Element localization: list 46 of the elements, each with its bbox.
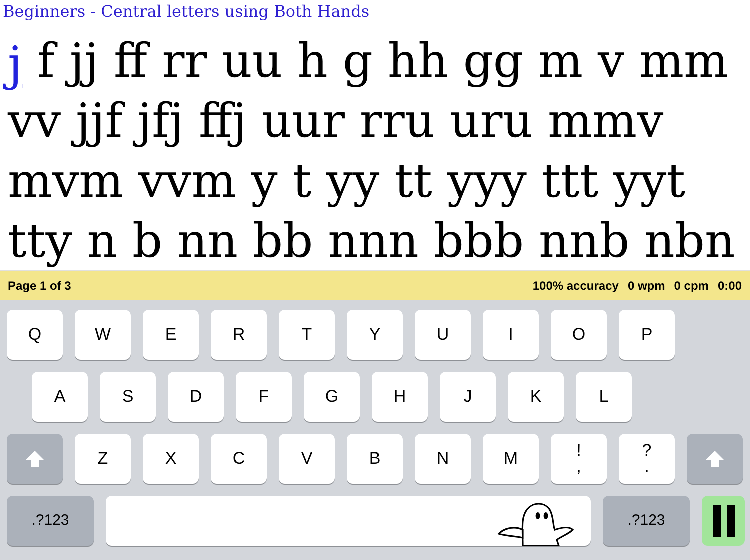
- shift-key[interactable]: [687, 434, 743, 484]
- letter-key[interactable]: V: [279, 434, 335, 484]
- stat-label: 0:00: [718, 278, 742, 294]
- space-bar[interactable]: [106, 496, 591, 546]
- letter-key[interactable]: P: [619, 310, 675, 360]
- letter-key[interactable]: G: [304, 372, 360, 422]
- letter-key[interactable]: D: [168, 372, 224, 422]
- punctuation-key[interactable]: ? .: [619, 434, 675, 484]
- practice-text: mvm vvm y t yy tt yyy ttt yyt: [8, 153, 686, 211]
- letter-key[interactable]: M: [483, 434, 539, 484]
- letter-key[interactable]: X: [143, 434, 199, 484]
- pause-button[interactable]: [702, 496, 745, 546]
- letter-key[interactable]: Z: [75, 434, 131, 484]
- practice-text: f jj ff rr uu h g hh gg m v mm: [36, 33, 729, 91]
- letter-key[interactable]: O: [551, 310, 607, 360]
- letter-key[interactable]: A: [32, 372, 88, 422]
- letter-key[interactable]: K: [508, 372, 564, 422]
- page-indicator: Page 1 of 3: [8, 278, 72, 294]
- up-arrow-icon: [26, 451, 44, 467]
- letter-key[interactable]: C: [211, 434, 267, 484]
- letter-key[interactable]: J: [440, 372, 496, 422]
- letter-key[interactable]: H: [372, 372, 428, 422]
- letter-key[interactable]: I: [483, 310, 539, 360]
- lesson-title: Beginners - Central letters using Both Hands: [2, 1, 371, 23]
- letter-key[interactable]: U: [415, 310, 471, 360]
- letter-key[interactable]: L: [576, 372, 632, 422]
- letter-key[interactable]: R: [211, 310, 267, 360]
- letter-key[interactable]: N: [415, 434, 471, 484]
- stat-label: 100% accuracy: [532, 278, 619, 294]
- practice-text: tty n b nn bb nnn bbb nnb nbn: [8, 213, 736, 271]
- punctuation-key[interactable]: ! ,: [551, 434, 607, 484]
- letter-key[interactable]: W: [75, 310, 131, 360]
- letter-key[interactable]: Q: [7, 310, 63, 360]
- pause-icon: [712, 505, 734, 537]
- symbols-key[interactable]: .?123: [603, 496, 690, 546]
- stat-label: 0 cpm: [674, 278, 709, 294]
- letter-key[interactable]: T: [279, 310, 335, 360]
- letter-key[interactable]: Y: [347, 310, 403, 360]
- letter-key[interactable]: S: [100, 372, 156, 422]
- shift-key[interactable]: [7, 434, 63, 484]
- letter-key[interactable]: E: [143, 310, 199, 360]
- up-arrow-icon: [706, 451, 724, 467]
- symbols-key[interactable]: .?123: [7, 496, 94, 546]
- stat-label: 0 wpm: [628, 278, 666, 294]
- letter-key[interactable]: B: [347, 434, 403, 484]
- letter-key[interactable]: F: [236, 372, 292, 422]
